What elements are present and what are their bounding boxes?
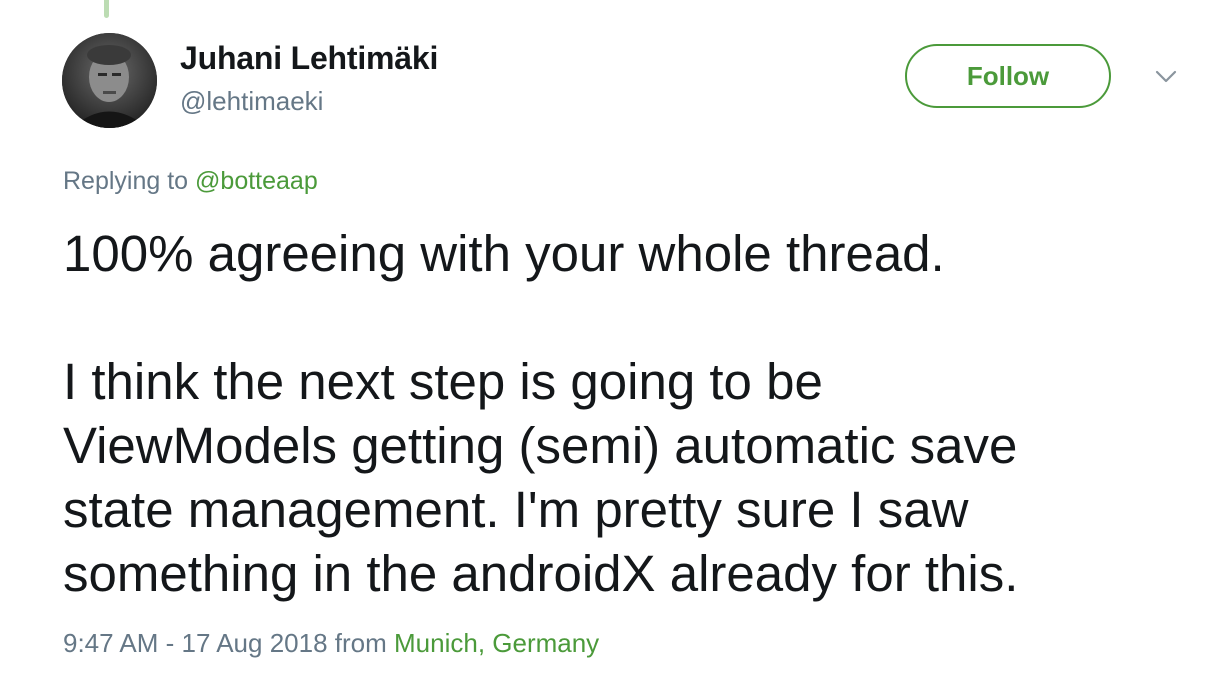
author-display-name[interactable]: Juhani Lehtimäki [180,40,438,77]
thread-connector-line [104,0,109,18]
follow-button[interactable]: Follow [905,44,1111,108]
reply-to-handle-link[interactable]: @botteaap [195,167,318,195]
replying-to-label: Replying to [63,167,196,195]
author-handle[interactable]: @lehtimaeki [180,86,323,117]
avatar[interactable] [62,33,157,128]
tweet-line: something in the androidX already for th… [63,545,1019,602]
avatar-image [62,33,157,128]
timestamp[interactable]: 9:47 AM - 17 Aug 2018 [63,628,328,658]
tweet-line: ViewModels getting (semi) automatic save [63,417,1018,474]
tweet-line: 100% agreeing with your whole thread. [63,225,945,282]
tweet-text: 100% agreeing with your whole thread. I … [63,222,1173,606]
replying-to: Replying to @botteaap [63,167,318,196]
chevron-down-icon[interactable] [1153,64,1179,90]
tweet-line: I think the next step is going to be [63,353,823,410]
tweet-line: state management. I'm pretty sure I saw [63,481,969,538]
location-link[interactable]: Munich, Germany [394,628,599,658]
tweet-metadata: 9:47 AM - 17 Aug 2018 from Munich, Germa… [63,628,599,659]
from-label: from [327,628,394,658]
